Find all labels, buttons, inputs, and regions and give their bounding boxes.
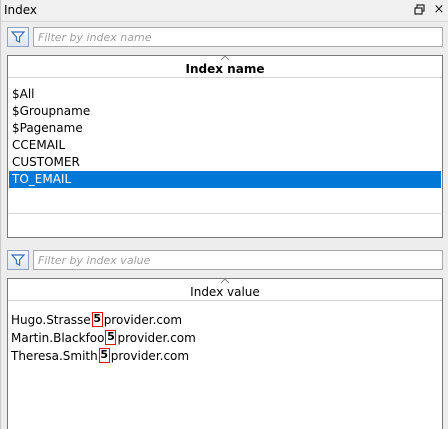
- index-name-item[interactable]: $Groupname: [9, 103, 441, 120]
- index-value-item[interactable]: Hugo.Strasse 5 provider.com: [11, 312, 182, 329]
- index-value-filter-input[interactable]: [33, 250, 443, 270]
- index-name-column-header[interactable]: Index name: [8, 56, 442, 78]
- index-value-list[interactable]: Index value Hugo.Strasse 5 provider.com Ma…: [7, 278, 443, 429]
- email-local-part: Theresa.Smith: [11, 349, 98, 363]
- index-name-item-selected[interactable]: TO_EMAIL: [9, 171, 441, 188]
- index-value-item[interactable]: Theresa.Smith 5 provider.com: [11, 348, 189, 365]
- index-name-filter-input[interactable]: [33, 27, 443, 47]
- index-name-item[interactable]: $All: [9, 86, 441, 103]
- sort-caret-icon: [220, 279, 230, 284]
- index-value-filter-button[interactable]: [7, 250, 29, 270]
- panel-titlebar: Index ×: [1, 0, 448, 22]
- email-domain: provider.com: [103, 313, 183, 327]
- index-value-column-header[interactable]: Index value: [8, 279, 442, 301]
- index-name-header-label: Index name: [185, 62, 265, 76]
- close-icon[interactable]: ×: [433, 3, 445, 17]
- at-sign-marker-icon: 5: [91, 312, 103, 327]
- email-domain: provider.com: [117, 331, 196, 345]
- index-name-item[interactable]: CUSTOMER: [9, 154, 441, 171]
- sort-caret-icon: [220, 56, 230, 61]
- index-name-filter-button[interactable]: [7, 27, 29, 47]
- panel-title: Index: [4, 3, 38, 17]
- funnel-icon: [11, 31, 25, 43]
- funnel-icon: [11, 254, 25, 266]
- index-name-list[interactable]: Index name $All $Groupname $Pagename CCE…: [7, 55, 443, 238]
- pin-icon[interactable]: [414, 4, 426, 16]
- index-name-item[interactable]: $Pagename: [9, 120, 441, 137]
- list-divider: [9, 213, 441, 214]
- at-sign-marker-icon: 5: [105, 330, 117, 345]
- email-local-part: Hugo.Strasse: [11, 313, 91, 327]
- email-local-part: Martin.Blackfoo: [11, 331, 105, 345]
- index-value-header-label: Index value: [190, 285, 260, 299]
- index-value-item[interactable]: Martin.Blackfoo 5 provider.com: [11, 330, 196, 347]
- email-domain: provider.com: [110, 349, 190, 363]
- index-panel: Index × Index name $All $Groupname $Page…: [0, 0, 448, 429]
- index-name-item[interactable]: CCEMAIL: [9, 137, 441, 154]
- at-sign-marker-icon: 5: [98, 348, 110, 363]
